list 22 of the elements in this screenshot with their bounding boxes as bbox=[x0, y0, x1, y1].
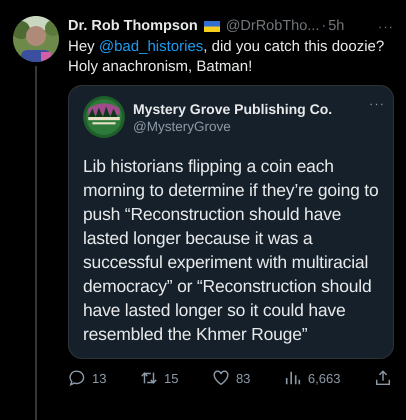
flag-icon bbox=[204, 20, 220, 32]
quoted-author-name[interactable]: Mystery Grove Publishing Co. bbox=[133, 100, 332, 116]
action-count: 83 bbox=[236, 370, 250, 386]
quoted-tweet-card[interactable] bbox=[68, 85, 394, 359]
author-handle[interactable]: @DrRobTho... bbox=[226, 18, 320, 34]
more-icon[interactable]: ··· bbox=[369, 96, 385, 111]
timestamp[interactable]: 5h bbox=[328, 18, 344, 34]
quoted-author-handle[interactable]: @MysteryGrove bbox=[133, 118, 332, 134]
quoted-tweet-text: Lib historians flipping a coin each morning to determine if they’re going to push “Reconstruction should have lasted longer because it was a successful experiment with multiracial democracy” or “Reconstruction should have lasted longer so it could have resembled the Khmer Rouge” bbox=[83, 155, 380, 346]
action-count: 6,663 bbox=[308, 370, 340, 386]
action-count: 13 bbox=[92, 370, 106, 386]
bar-chart-icon[interactable] bbox=[284, 369, 302, 387]
reply-icon[interactable] bbox=[68, 369, 86, 387]
share-icon[interactable] bbox=[374, 369, 392, 387]
retweet-icon[interactable] bbox=[140, 369, 158, 387]
mention-link[interactable]: @bad_histories bbox=[98, 38, 204, 55]
separator: · bbox=[321, 18, 326, 34]
more-icon[interactable]: ··· bbox=[378, 18, 394, 34]
author-name[interactable]: Dr. Rob Thompson bbox=[68, 18, 198, 34]
heart-icon[interactable] bbox=[212, 369, 230, 387]
tweet-text: Hey @bad_histories, did you catch this doozie? Holy anachronism, Batman! bbox=[68, 37, 386, 77]
action-count: 15 bbox=[164, 370, 178, 386]
